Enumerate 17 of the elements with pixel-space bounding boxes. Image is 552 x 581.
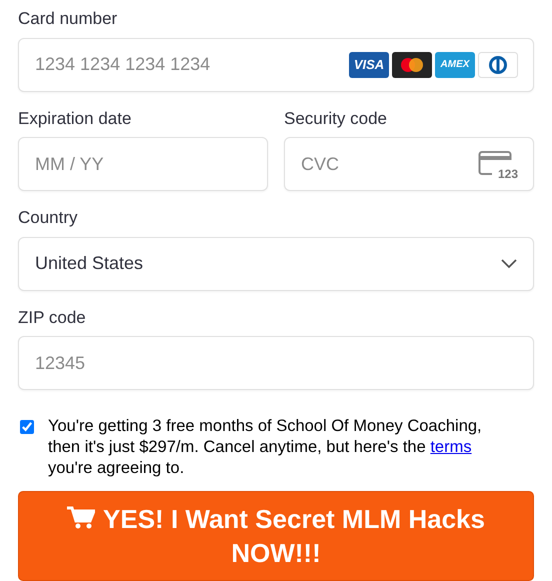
field-label: Security code [284,108,388,130]
field-label: ZIP code [18,306,87,328]
field-label: Country [18,207,79,229]
visa-logo: VISA [349,52,389,78]
mastercard-logo [392,52,432,78]
field-label: Expiration date [18,108,132,130]
terms-link[interactable]: terms [430,438,472,456]
cart-icon [67,506,96,530]
diners-logo [478,52,518,78]
agreement-text: You're getting 3 free months of School Of Money Coaching, then it's just $297/m. Cancel anytime, but here's the terms you're agreeing to. [48,416,483,479]
amex-logo: AMEX [435,52,475,78]
chevron-down-icon [501,258,517,268]
agreement-checkbox[interactable] [20,420,34,434]
expiration-field[interactable]: MM / YY [18,137,268,191]
field-label: Card number [18,8,118,30]
country-select[interactable]: United States [18,236,534,290]
zip-field[interactable]: 12345 [18,336,534,390]
